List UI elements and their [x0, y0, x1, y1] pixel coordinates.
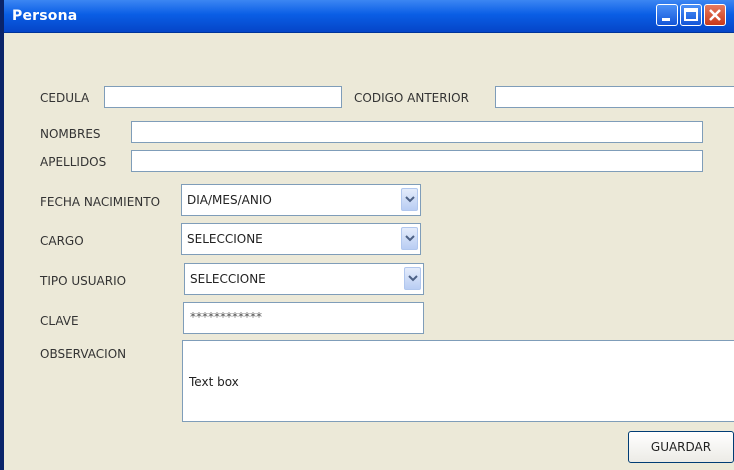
observacion-textarea[interactable]: Text box — [182, 340, 734, 422]
observacion-text: Text box — [189, 375, 239, 389]
chevron-down-icon — [408, 275, 418, 282]
close-button[interactable] — [704, 4, 726, 26]
tipo-usuario-value: SELECCIONE — [190, 272, 266, 286]
apellidos-input[interactable] — [131, 150, 703, 172]
tipo-usuario-label: TIPO USUARIO — [40, 274, 127, 288]
cargo-dropdown-button[interactable] — [401, 227, 418, 250]
observacion-label: OBSERVACION — [40, 347, 127, 361]
codigo-anterior-label: CODIGO ANTERIOR — [354, 91, 469, 105]
nombres-input[interactable] — [131, 121, 703, 143]
cargo-label: CARGO — [40, 234, 84, 248]
fecha-nacimiento-value: DIA/MES/ANIO — [187, 193, 272, 207]
maximize-icon — [684, 8, 698, 21]
clave-input[interactable]: ************ — [183, 302, 424, 334]
chevron-down-icon — [405, 196, 415, 203]
fecha-nacimiento-select[interactable]: DIA/MES/ANIO — [181, 184, 421, 216]
apellidos-label: APELLIDOS — [40, 155, 107, 169]
close-icon — [709, 9, 721, 21]
persona-window: Persona CEDULA CODIGO ANTERIOR NOMBRES A… — [0, 0, 734, 470]
guardar-button[interactable]: GUARDAR — [628, 431, 734, 463]
cargo-value: SELECCIONE — [187, 232, 263, 246]
minimize-icon — [662, 18, 670, 21]
cedula-input[interactable] — [104, 86, 342, 108]
cedula-label: CEDULA — [40, 91, 90, 105]
codigo-anterior-input[interactable] — [495, 86, 734, 108]
chevron-down-icon — [405, 235, 415, 242]
maximize-button[interactable] — [680, 4, 702, 26]
tipo-usuario-select[interactable]: SELECCIONE — [184, 263, 424, 295]
clave-label: CLAVE — [40, 314, 79, 328]
title-bar[interactable]: Persona — [4, 0, 734, 33]
cargo-select[interactable]: SELECCIONE — [181, 223, 421, 255]
window-title: Persona — [12, 8, 78, 24]
fecha-nacimiento-dropdown-button[interactable] — [401, 188, 418, 211]
fecha-nacimiento-label: FECHA NACIMIENTO — [40, 195, 161, 209]
tipo-usuario-dropdown-button[interactable] — [404, 267, 421, 290]
nombres-label: NOMBRES — [40, 127, 101, 141]
minimize-button[interactable] — [656, 4, 678, 26]
